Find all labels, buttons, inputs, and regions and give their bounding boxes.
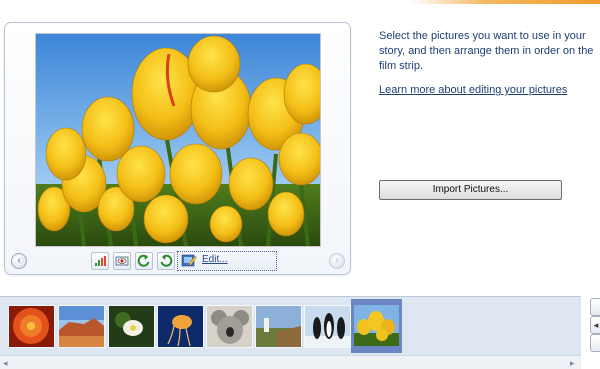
next-picture-button[interactable]: › xyxy=(329,253,345,269)
auto-adjust-button[interactable] xyxy=(91,252,109,270)
thumbnail-white-flower[interactable] xyxy=(108,305,155,348)
top-accent-bar xyxy=(410,0,600,4)
film-strip-scrollbar[interactable]: ◂ ▸ xyxy=(0,355,581,369)
scroll-right-icon[interactable]: ▸ xyxy=(570,358,575,369)
edit-picture-icon xyxy=(181,254,197,267)
previous-picture-button[interactable]: ‹ xyxy=(11,253,27,269)
red-eye-icon xyxy=(115,256,129,266)
film-strip xyxy=(0,296,581,356)
thumbnail-jellyfish[interactable] xyxy=(157,305,204,348)
move-up-button[interactable] xyxy=(590,298,600,316)
preview-panel: ‹ › Edit... xyxy=(4,22,351,275)
thumbnail-desert[interactable] xyxy=(58,305,105,348)
levels-icon xyxy=(95,256,106,266)
learn-more-link[interactable]: Learn more about editing your pictures xyxy=(379,84,567,96)
thumbnail-penguins[interactable] xyxy=(304,305,351,348)
edit-button[interactable]: Edit... xyxy=(177,251,277,271)
preview-photo xyxy=(35,33,321,247)
edit-label: Edit... xyxy=(202,254,228,265)
rotate-left-button[interactable] xyxy=(135,252,153,270)
instructions-text: Select the pictures you want to use in y… xyxy=(379,30,594,72)
thumbnail-koala[interactable] xyxy=(206,305,253,348)
thumbnail-red-flower[interactable] xyxy=(8,305,55,348)
thumbnail-lighthouse[interactable] xyxy=(255,305,302,348)
scroll-left-icon[interactable]: ◂ xyxy=(3,358,8,369)
rotate-counterclockwise-icon xyxy=(137,254,150,267)
move-down-button[interactable] xyxy=(590,334,600,352)
rotate-clockwise-icon xyxy=(160,254,173,267)
thumbnail-tulips[interactable] xyxy=(351,299,402,353)
move-left-button[interactable]: ◂ xyxy=(590,316,600,334)
rotate-right-button[interactable] xyxy=(157,252,175,270)
red-eye-button[interactable] xyxy=(113,252,131,270)
import-pictures-button[interactable]: Import Pictures... xyxy=(379,180,562,200)
